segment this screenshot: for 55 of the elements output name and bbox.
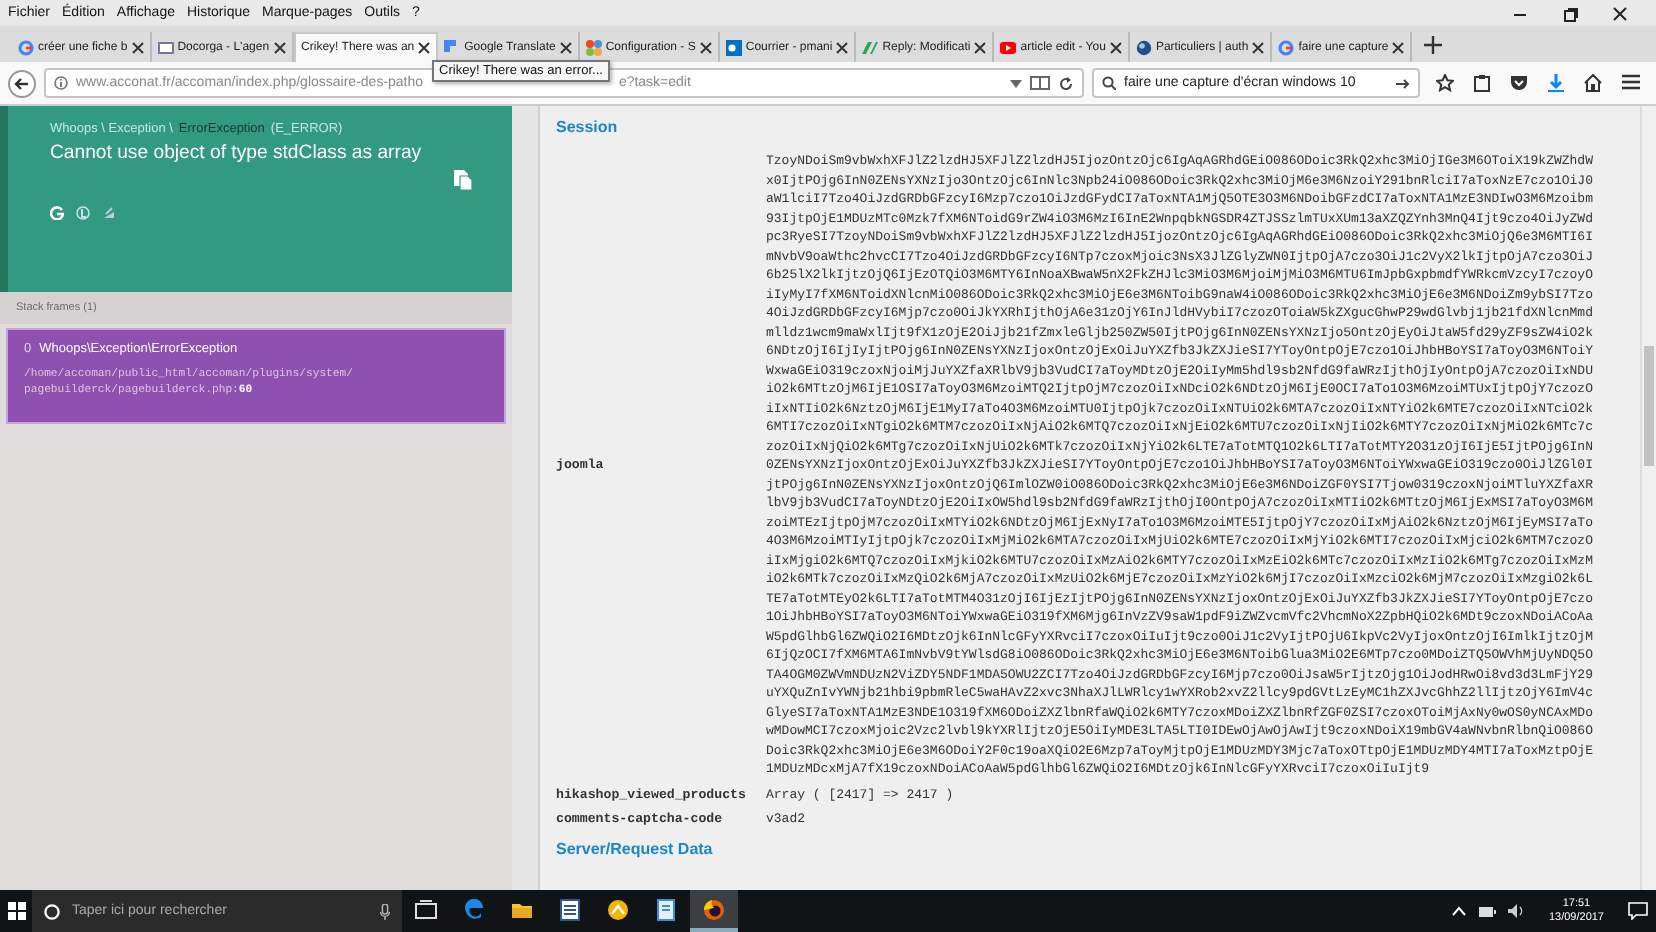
scrollbar[interactable] <box>1640 106 1656 890</box>
star-icon[interactable] <box>1436 74 1454 92</box>
taskbar-app[interactable] <box>690 890 738 932</box>
letter-g-icon <box>1278 39 1295 55</box>
close-icon[interactable] <box>1252 41 1265 53</box>
close-icon[interactable] <box>974 41 987 53</box>
close-icon[interactable] <box>1392 41 1405 53</box>
chevron-up-icon[interactable] <box>1452 906 1467 916</box>
volume-icon[interactable] <box>1508 904 1525 918</box>
back-button[interactable] <box>8 69 36 97</box>
windows-logo-icon[interactable] <box>7 902 25 920</box>
menu-icon[interactable] <box>1622 74 1640 90</box>
close-icon[interactable] <box>559 41 572 53</box>
copy-icon[interactable] <box>454 170 472 190</box>
clipboard-icon[interactable] <box>1474 74 1490 92</box>
stripes-icon <box>862 39 879 55</box>
fox-globe-icon <box>702 897 726 921</box>
notepad-icon <box>654 897 678 921</box>
battery-icon[interactable] <box>1478 905 1497 917</box>
caret-icon[interactable] <box>1010 79 1022 87</box>
close-icon[interactable] <box>131 41 144 53</box>
maximize-button[interactable] <box>1562 5 1578 21</box>
round-logo-icon <box>606 897 630 921</box>
arrow-icon[interactable] <box>1396 77 1410 89</box>
close-icon[interactable] <box>418 42 431 54</box>
home-icon[interactable] <box>1584 74 1602 92</box>
microphone-icon[interactable] <box>380 903 390 919</box>
section-title: Server/Request Data <box>556 839 715 857</box>
document-icon <box>558 897 582 921</box>
circle-icon <box>44 903 60 919</box>
new-tab-icon[interactable] <box>1424 36 1443 54</box>
close-icon[interactable] <box>1109 41 1122 53</box>
reader-icon[interactable] <box>1030 76 1050 90</box>
error-message: Cannot use object of type stdClass as array <box>50 142 424 164</box>
play-icon <box>1000 39 1017 55</box>
letter-g-icon[interactable] <box>50 206 64 220</box>
close-button[interactable] <box>1612 5 1628 21</box>
letter-g-icon <box>18 39 34 55</box>
dots-icon <box>585 39 602 55</box>
search-icon <box>1102 76 1116 90</box>
mail-icon <box>725 39 742 55</box>
section-title: Session <box>556 118 620 136</box>
notification-icon[interactable] <box>1628 902 1648 920</box>
reload-icon[interactable] <box>1058 75 1074 91</box>
globe-icon <box>1135 39 1152 55</box>
translate-icon <box>444 39 461 55</box>
close-icon[interactable] <box>273 41 286 53</box>
info-icon <box>54 76 68 90</box>
task-view-icon <box>414 897 438 921</box>
letter-e-icon <box>462 897 486 921</box>
close-icon[interactable] <box>836 41 849 53</box>
close-icon[interactable] <box>699 41 712 53</box>
shield-icon[interactable] <box>1510 74 1528 92</box>
download-icon[interactable] <box>1548 74 1564 92</box>
page-icon <box>157 39 174 55</box>
